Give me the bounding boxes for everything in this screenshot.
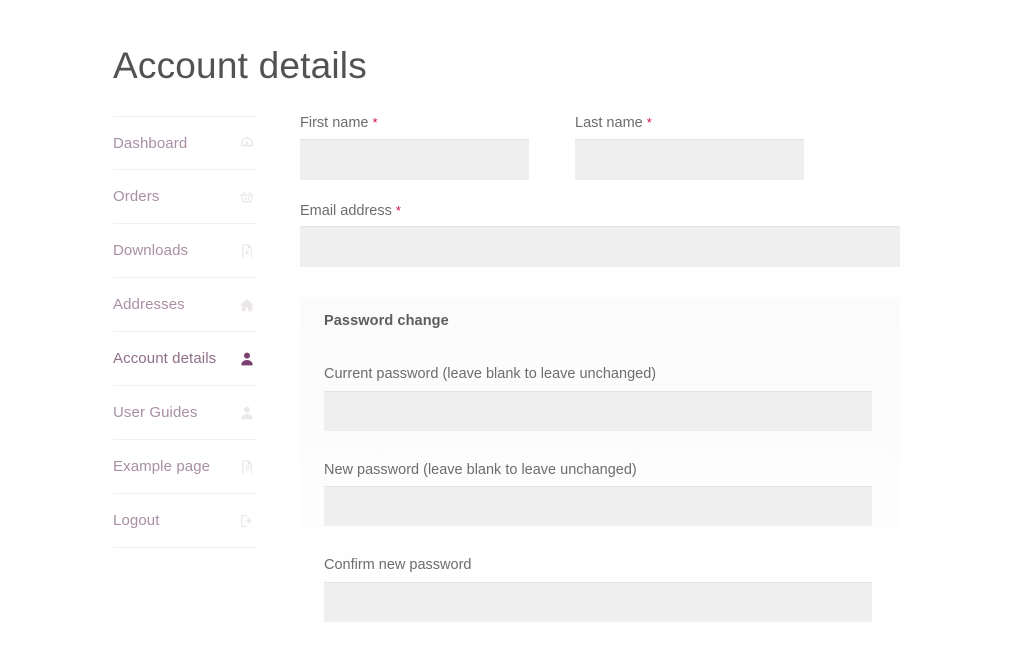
name-fields-row: First name * Last name * <box>300 116 900 180</box>
sidebar-link-orders[interactable]: Orders <box>113 170 257 223</box>
confirm-password-label: Confirm new password <box>324 558 872 573</box>
required-marker: * <box>373 115 378 130</box>
sidebar-item-dashboard[interactable]: Dashboard <box>113 116 257 170</box>
account-details-form: First name * Last name * Email address <box>300 116 900 649</box>
sidebar-link-example-page[interactable]: Example page <box>113 440 257 493</box>
home-icon <box>239 297 255 313</box>
document-icon <box>239 459 255 475</box>
email-input[interactable] <box>300 226 900 267</box>
email-label-text: Email address <box>300 203 392 219</box>
sidebar-item-label: Dashboard <box>113 135 187 152</box>
first-name-label-text: First name <box>300 115 369 131</box>
last-name-label-text: Last name <box>575 115 643 131</box>
email-label: Email address * <box>300 204 900 219</box>
first-name-label: First name * <box>300 116 529 131</box>
sidebar-item-label: Example page <box>113 458 210 475</box>
sidebar-item-label: Addresses <box>113 296 185 313</box>
current-password-field-group: Current password (leave blank to leave u… <box>324 317 872 431</box>
sidebar-item-downloads[interactable]: Downloads <box>113 224 257 278</box>
dashboard-icon <box>239 135 255 151</box>
sidebar-item-label: Logout <box>113 512 159 529</box>
first-name-input[interactable] <box>300 139 529 180</box>
sidebar-link-user-guides[interactable]: User Guides <box>113 386 257 439</box>
password-change-fieldset: Password change Current password (leave … <box>300 297 900 649</box>
last-name-label: Last name * <box>575 116 804 131</box>
download-file-icon <box>239 243 255 259</box>
new-password-input[interactable] <box>324 486 872 526</box>
sidebar-item-user-guides[interactable]: User Guides <box>113 386 257 440</box>
sidebar-link-account-details[interactable]: Account details <box>113 332 257 385</box>
basket-icon <box>239 189 255 205</box>
required-marker: * <box>396 203 401 218</box>
user-icon <box>239 351 255 367</box>
sidebar-item-label: User Guides <box>113 404 197 421</box>
sidebar-item-label: Downloads <box>113 242 188 259</box>
sidebar-item-addresses[interactable]: Addresses <box>113 278 257 332</box>
new-password-label: New password (leave blank to leave uncha… <box>324 463 872 478</box>
last-name-input[interactable] <box>575 139 804 180</box>
first-name-field-group: First name * <box>300 116 529 180</box>
form-spacer <box>300 180 900 204</box>
sidebar-item-orders[interactable]: Orders <box>113 170 257 224</box>
required-marker: * <box>647 115 652 130</box>
page-title: Account details <box>113 43 367 89</box>
last-name-field-group: Last name * <box>575 116 804 180</box>
logout-icon <box>239 513 255 529</box>
password-change-legend: Password change <box>324 313 449 329</box>
confirm-password-field-group: Confirm new password <box>324 558 872 622</box>
sidebar-item-example-page[interactable]: Example page <box>113 440 257 494</box>
current-password-label: Current password (leave blank to leave u… <box>324 367 872 382</box>
account-navigation: Dashboard Orders <box>113 116 257 548</box>
current-password-input[interactable] <box>324 391 872 431</box>
new-password-field-group: New password (leave blank to leave uncha… <box>324 463 872 527</box>
sidebar-item-label: Account details <box>113 350 216 367</box>
sidebar-link-downloads[interactable]: Downloads <box>113 224 257 277</box>
account-details-page: Account details Dashboard Orders <box>0 0 1024 649</box>
confirm-password-input[interactable] <box>324 582 872 622</box>
sidebar-item-account-details[interactable]: Account details <box>113 332 257 386</box>
sidebar-link-dashboard[interactable]: Dashboard <box>113 117 257 169</box>
sidebar-link-logout[interactable]: Logout <box>113 494 257 547</box>
user-outline-icon <box>239 405 255 421</box>
sidebar-link-addresses[interactable]: Addresses <box>113 278 257 331</box>
sidebar-item-label: Orders <box>113 188 159 205</box>
sidebar-item-logout[interactable]: Logout <box>113 494 257 548</box>
email-field-group: Email address * <box>300 204 900 268</box>
